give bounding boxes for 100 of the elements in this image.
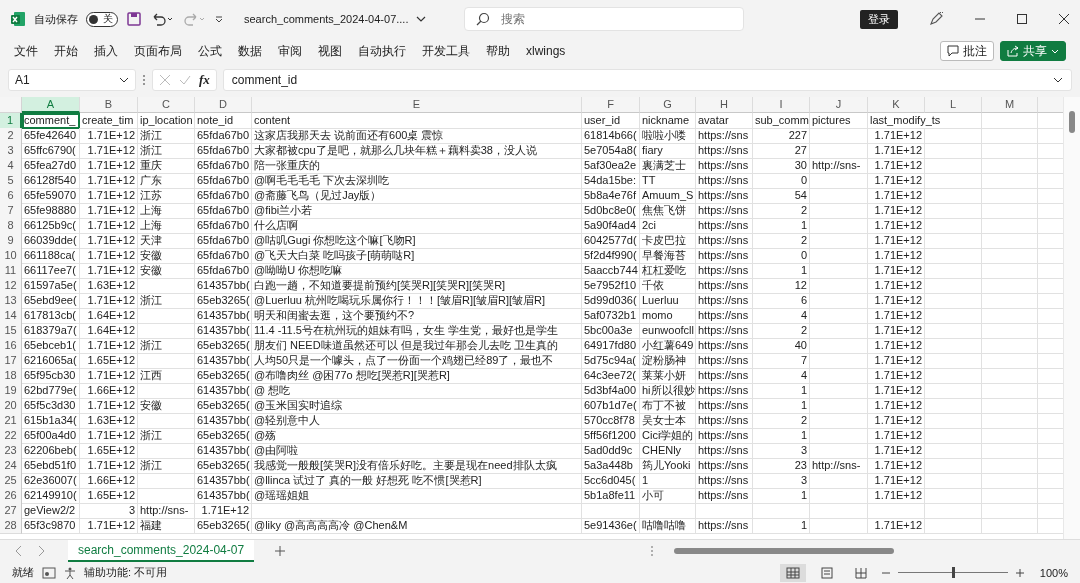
table-cell: 5ad0dd9c xyxy=(582,443,640,459)
column-header[interactable]: A xyxy=(22,97,80,113)
table-cell: 1.65E+12 xyxy=(80,488,138,504)
row-header[interactable]: 27 xyxy=(0,503,22,519)
row-header[interactable]: 3 xyxy=(0,143,22,159)
row-header[interactable]: 26 xyxy=(0,488,22,504)
menu-tab[interactable]: 视图 xyxy=(318,42,342,60)
column-header[interactable]: I xyxy=(753,97,810,113)
menu-tab[interactable]: 帮助 xyxy=(486,42,510,60)
table-cell: 65fda67b0 xyxy=(195,143,252,159)
column-header[interactable]: D xyxy=(195,97,252,113)
row-header[interactable]: 15 xyxy=(0,323,22,339)
row-header[interactable]: 20 xyxy=(0,398,22,414)
name-box[interactable]: A1 xyxy=(8,69,136,91)
row-header[interactable]: 16 xyxy=(0,338,22,354)
row-header[interactable]: 10 xyxy=(0,248,22,264)
menu-tab[interactable]: 文件 xyxy=(14,42,38,60)
row-header[interactable]: 6 xyxy=(0,188,22,204)
menu-tab[interactable]: 数据 xyxy=(238,42,262,60)
table-cell: 1.71E+12 xyxy=(868,383,925,399)
row-header[interactable]: 1 xyxy=(0,113,22,129)
normal-view-icon[interactable] xyxy=(779,563,806,582)
login-button[interactable]: 登录 xyxy=(860,9,898,29)
previous-sheet-icon[interactable] xyxy=(14,545,24,557)
cancel-icon[interactable] xyxy=(159,74,171,86)
zoom-level[interactable]: 100% xyxy=(1039,566,1068,579)
pen-icon[interactable] xyxy=(928,11,944,27)
menu-tab[interactable]: 开发工具 xyxy=(422,42,470,60)
row-header[interactable]: 12 xyxy=(0,278,22,294)
table-cell: 5d75c94a( xyxy=(582,353,640,369)
row-header[interactable]: 28 xyxy=(0,518,22,534)
empty-cell xyxy=(925,248,982,264)
row-header[interactable]: 24 xyxy=(0,458,22,474)
column-header[interactable]: E xyxy=(252,97,582,113)
row-header[interactable]: 25 xyxy=(0,473,22,489)
close-icon[interactable] xyxy=(1058,13,1070,25)
next-sheet-icon[interactable] xyxy=(36,545,46,557)
row-header[interactable]: 9 xyxy=(0,233,22,249)
menu-tab[interactable]: xlwings xyxy=(526,44,566,58)
comment-button[interactable]: 批注 xyxy=(940,41,994,61)
zoom-in-icon[interactable] xyxy=(1015,568,1024,577)
table-cell: 1.71E+12 xyxy=(868,458,925,474)
vertical-scrollbar[interactable] xyxy=(1063,97,1080,539)
table-cell: 1 xyxy=(753,263,810,279)
column-header[interactable]: K xyxy=(868,97,925,113)
maximize-icon[interactable] xyxy=(1016,13,1028,25)
column-header[interactable]: M xyxy=(982,97,1038,113)
menu-tab[interactable]: 自动执行 xyxy=(358,42,406,60)
column-header[interactable]: G xyxy=(640,97,696,113)
column-header[interactable]: F xyxy=(582,97,640,113)
add-sheet-icon[interactable] xyxy=(274,545,287,557)
row-header[interactable]: 21 xyxy=(0,413,22,429)
empty-cell xyxy=(982,488,1038,504)
menu-tab[interactable]: 开始 xyxy=(54,42,78,60)
column-header[interactable]: B xyxy=(80,97,138,113)
table-cell: http://sns- xyxy=(810,458,868,474)
row-header[interactable]: 18 xyxy=(0,368,22,384)
column-header[interactable]: H xyxy=(696,97,753,113)
row-header[interactable]: 7 xyxy=(0,203,22,219)
accessibility-status[interactable]: 辅助功能: 不可用 xyxy=(84,565,168,580)
table-cell: 66125b9c( xyxy=(22,218,80,234)
row-header[interactable]: 2 xyxy=(0,128,22,144)
column-header[interactable]: L xyxy=(925,97,982,113)
function-button[interactable]: fx xyxy=(199,72,210,88)
table-cell: 62206beb( xyxy=(22,443,80,459)
menu-tab[interactable]: 插入 xyxy=(94,42,118,60)
table-cell: 66039dde( xyxy=(22,233,80,249)
row-header[interactable]: 23 xyxy=(0,443,22,459)
row-header[interactable]: 13 xyxy=(0,293,22,309)
row-header[interactable]: 19 xyxy=(0,383,22,399)
share-button[interactable]: 共享 xyxy=(1000,41,1066,61)
file-name[interactable]: search_comments_2024-04-07.... xyxy=(244,13,409,25)
table-cell: 65ebd51f0 xyxy=(22,458,80,474)
save-icon[interactable] xyxy=(126,11,142,27)
column-header[interactable]: J xyxy=(810,97,868,113)
table-cell: 3 xyxy=(753,473,810,489)
table-cell: note_id xyxy=(195,113,252,129)
row-header[interactable]: 8 xyxy=(0,218,22,234)
row-header[interactable]: 14 xyxy=(0,308,22,324)
row-header[interactable]: 17 xyxy=(0,353,22,369)
more-options-icon[interactable] xyxy=(650,545,654,557)
menu-tab[interactable]: 公式 xyxy=(198,42,222,60)
macro-recorder-icon[interactable] xyxy=(42,566,56,579)
search-field[interactable]: 搜索 xyxy=(464,7,745,31)
autosave-toggle[interactable]: 关 xyxy=(86,11,118,27)
formula-field[interactable]: comment_id xyxy=(222,69,1072,91)
empty-cell xyxy=(810,233,868,249)
table-cell: 2 xyxy=(753,413,810,429)
row-header[interactable]: 5 xyxy=(0,173,22,189)
check-icon[interactable] xyxy=(179,74,191,86)
menu-tab[interactable]: 审阅 xyxy=(278,42,302,60)
row-header[interactable]: 22 xyxy=(0,428,22,444)
more-options-icon[interactable] xyxy=(142,74,146,86)
redo-icon[interactable] xyxy=(182,11,206,27)
row-header[interactable]: 11 xyxy=(0,263,22,279)
menu-tab[interactable]: 页面布局 xyxy=(134,42,182,60)
accessibility-icon[interactable] xyxy=(64,566,76,579)
row-header[interactable]: 4 xyxy=(0,158,22,174)
column-header[interactable]: C xyxy=(138,97,195,113)
sheet-tab[interactable]: search_comments_2024-04-07 xyxy=(68,540,255,562)
